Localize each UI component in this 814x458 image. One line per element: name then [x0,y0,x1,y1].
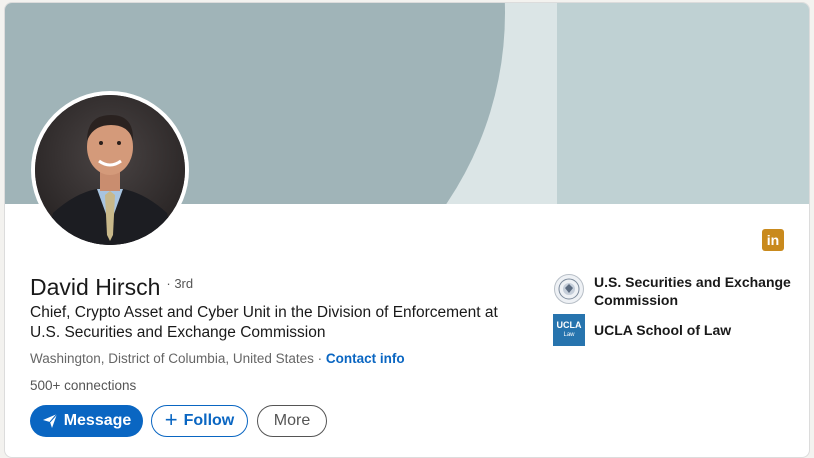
contact-info-link[interactable]: Contact info [326,351,405,366]
experience-item-ucla[interactable]: UCLA Law UCLA School of Law [553,314,794,346]
sec-seal-logo [553,273,585,305]
profile-headline: Chief, Crypto Asset and Cyber Unit in th… [30,304,498,341]
banner-right-panel [557,3,809,204]
ucla-law-logo: UCLA Law [553,314,585,346]
follow-button[interactable]: + Follow [151,405,248,437]
message-button-label: Message [63,412,132,429]
more-button[interactable]: More [257,405,327,437]
location-row: Washington, District of Columbia, United… [30,351,405,366]
linkedin-icon[interactable]: in [762,229,784,251]
connection-degree: · 3rd [166,276,194,291]
experience-item-sec[interactable]: U.S. Securities and Exchange Commission [553,273,794,309]
connections-count[interactable]: 500+ connections [30,378,136,393]
separator-dot: · [313,351,326,366]
name-row: David Hirsch · 3rd [30,274,193,301]
avatar[interactable] [35,95,185,245]
profile-name: David Hirsch [30,274,161,300]
plus-icon: + [164,407,178,432]
experience-name: U.S. Securities and Exchange Commission [594,274,791,308]
profile-location: Washington, District of Columbia, United… [30,351,314,366]
experience-name: UCLA School of Law [594,322,732,338]
follow-button-label: Follow [183,412,235,429]
send-icon [42,413,58,428]
profile-card: in David Hirsch · 3rd Chief, Crypto Asset… [4,2,810,458]
message-button[interactable]: Message [30,405,143,437]
more-button-label: More [273,412,311,429]
avatar-photo [35,95,185,245]
